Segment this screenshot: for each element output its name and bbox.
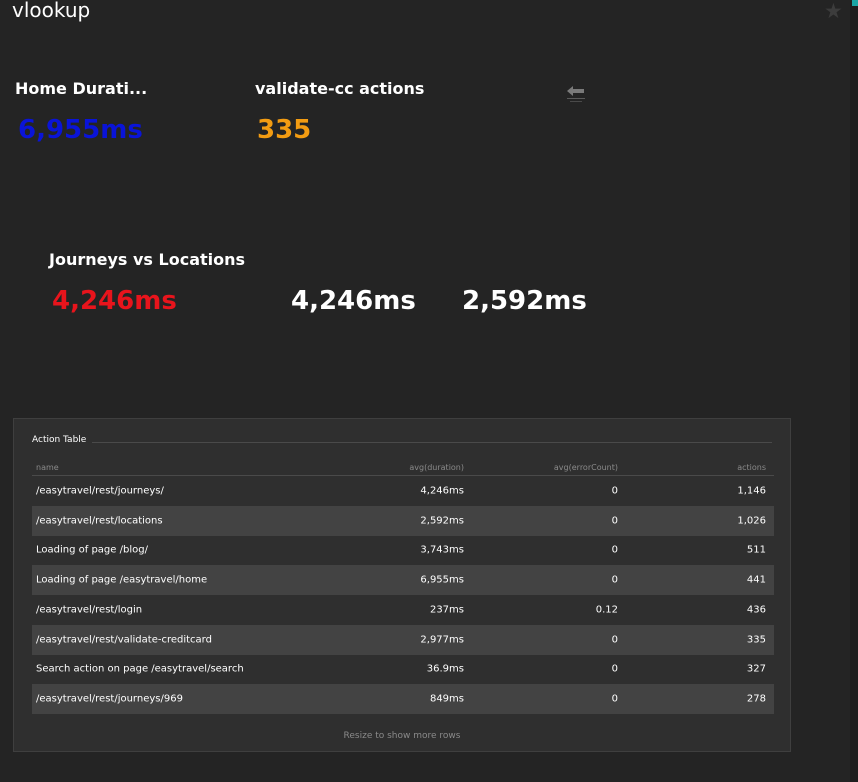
cell-avg-errorcount: 0 bbox=[611, 485, 618, 497]
action-table-panel: Action Table name avg(duration) avg(erro… bbox=[13, 418, 791, 752]
table-row[interactable]: Loading of page /blog/ 3,743ms 0 511 bbox=[32, 536, 774, 566]
cell-avg-duration: 36.9ms bbox=[426, 663, 464, 675]
cell-avg-errorcount: 0 bbox=[611, 634, 618, 646]
cell-actions: 335 bbox=[746, 634, 766, 646]
tile-journeys-label: Journeys vs Locations bbox=[49, 250, 246, 269]
cell-avg-errorcount: 0 bbox=[611, 544, 618, 556]
cell-name: /easytravel/rest/validate-creditcard bbox=[36, 634, 212, 646]
cell-name: Loading of page /easytravel/home bbox=[36, 574, 208, 586]
action-table: name avg(duration) avg(errorCount) actio… bbox=[32, 461, 774, 714]
table-row[interactable]: /easytravel/rest/locations 2,592ms 0 1,0… bbox=[32, 505, 774, 536]
cell-actions: 436 bbox=[746, 604, 766, 616]
cell-name: Search action on page /easytravel/search bbox=[36, 663, 244, 675]
column-header-actions[interactable]: actions bbox=[737, 463, 766, 472]
cell-avg-errorcount: 0 bbox=[611, 663, 618, 675]
cell-avg-errorcount: 0.12 bbox=[595, 604, 618, 616]
column-header-name[interactable]: name bbox=[36, 463, 59, 472]
cell-avg-duration: 849ms bbox=[429, 693, 464, 705]
table-row[interactable]: /easytravel/rest/login 237ms 0.12 436 bbox=[32, 595, 774, 625]
tile-validate-label: validate-cc actions bbox=[255, 79, 425, 98]
cell-avg-duration: 3,743ms bbox=[420, 544, 464, 556]
cell-avg-errorcount: 0 bbox=[611, 693, 618, 705]
column-header-avg-duration[interactable]: avg(duration) bbox=[409, 463, 464, 472]
cell-avg-errorcount: 0 bbox=[611, 515, 618, 527]
tile-journeys-value-2: 4,246ms bbox=[291, 286, 416, 316]
table-row[interactable]: Loading of page /easytravel/home 6,955ms… bbox=[32, 565, 774, 595]
cell-name: /easytravel/rest/login bbox=[36, 604, 143, 616]
tile-validate-value: 335 bbox=[257, 115, 312, 145]
cell-actions: 441 bbox=[746, 574, 766, 586]
cell-avg-duration: 237ms bbox=[429, 604, 464, 616]
cell-actions: 1,146 bbox=[737, 485, 766, 497]
resize-hint: Resize to show more rows bbox=[343, 731, 461, 741]
cell-actions: 327 bbox=[746, 663, 766, 675]
tile-home-label: Home Durati... bbox=[15, 79, 148, 98]
star-icon[interactable]: ★ bbox=[824, 0, 843, 23]
cell-avg-duration: 6,955ms bbox=[420, 574, 464, 586]
page-title: vlookup bbox=[12, 0, 91, 22]
table-row[interactable]: /easytravel/rest/journeys/ 4,246ms 0 1,1… bbox=[32, 476, 774, 506]
column-header-avg-errorcount[interactable]: avg(errorCount) bbox=[554, 463, 618, 472]
table-header: name avg(duration) avg(errorCount) actio… bbox=[32, 461, 774, 476]
table-row[interactable]: /easytravel/rest/journeys/969 849ms 0 27… bbox=[32, 684, 774, 714]
table-row[interactable]: /easytravel/rest/validate-creditcard 2,9… bbox=[32, 624, 774, 655]
cell-avg-errorcount: 0 bbox=[611, 574, 618, 586]
back-arrow-icon[interactable] bbox=[564, 84, 588, 104]
cell-name: /easytravel/rest/journeys/ bbox=[36, 485, 164, 497]
cell-avg-duration: 2,977ms bbox=[420, 634, 464, 646]
tile-home-value: 6,955ms bbox=[18, 115, 143, 145]
panel-divider bbox=[92, 442, 772, 443]
cell-avg-duration: 4,246ms bbox=[420, 485, 464, 497]
cell-actions: 278 bbox=[746, 693, 766, 705]
cell-avg-duration: 2,592ms bbox=[420, 515, 464, 527]
window-edge bbox=[850, 0, 858, 782]
cell-actions: 1,026 bbox=[737, 515, 766, 527]
header: vlookup ★ bbox=[0, 0, 858, 30]
table-row[interactable]: Search action on page /easytravel/search… bbox=[32, 655, 774, 685]
cell-name: Loading of page /blog/ bbox=[36, 544, 148, 556]
tile-journeys-value-1: 4,246ms bbox=[52, 286, 177, 316]
cell-actions: 511 bbox=[746, 544, 766, 556]
cell-name: /easytravel/rest/journeys/969 bbox=[36, 693, 183, 705]
tile-journeys-value-3: 2,592ms bbox=[462, 286, 587, 316]
panel-title: Action Table bbox=[32, 435, 87, 445]
cell-name: /easytravel/rest/locations bbox=[36, 515, 163, 527]
